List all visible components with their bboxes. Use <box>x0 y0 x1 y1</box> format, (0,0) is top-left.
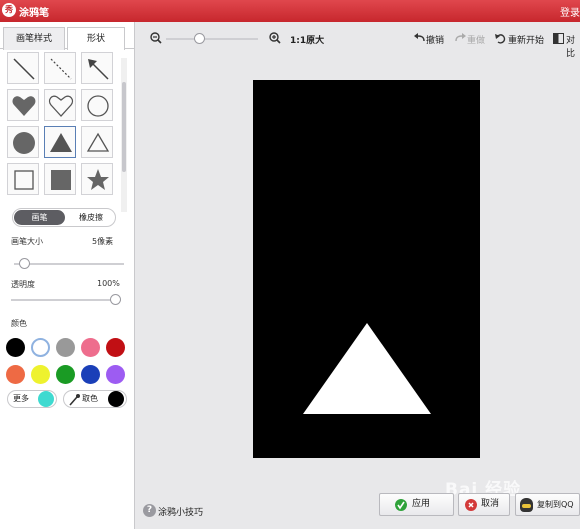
tab-brush-style[interactable]: 画笔样式 <box>3 27 65 50</box>
color-swatch[interactable] <box>81 338 100 357</box>
brush-size-slider-knob[interactable] <box>18 258 30 269</box>
triangle-filled-icon <box>50 133 72 152</box>
eraser-mode-button[interactable]: 橡皮擦 <box>67 210 115 225</box>
color-swatch[interactable] <box>6 365 25 384</box>
brush-size-slider[interactable] <box>14 263 124 265</box>
circle-outline-icon <box>87 95 109 117</box>
dashed-line-icon <box>50 58 72 80</box>
canvas-drawing <box>303 323 431 414</box>
color-swatch[interactable] <box>106 338 125 357</box>
color-picker-button[interactable]: 取色 <box>63 390 127 408</box>
zoom-out-icon[interactable] <box>150 32 162 47</box>
tab-bar: 画笔样式 形状 <box>0 27 135 50</box>
zoom-slider-knob[interactable] <box>194 33 206 44</box>
title-bar: 秀 涂鸦笔 登录 <box>0 0 580 22</box>
square-outline-icon <box>14 170 34 190</box>
circle-filled-icon <box>13 132 35 154</box>
qq-icon <box>520 498 533 512</box>
check-icon <box>395 499 407 511</box>
picked-color-swatch <box>108 391 124 407</box>
more-colors-swatch <box>38 391 54 407</box>
triangle-outline-icon <box>86 132 110 152</box>
cancel-label: 取消 <box>481 499 500 509</box>
compare-button[interactable]: 对比 <box>566 33 580 59</box>
brush-mode-button[interactable]: 画笔 <box>14 210 65 225</box>
color-label: 颜色 <box>11 319 27 328</box>
heart-filled-icon <box>12 96 36 116</box>
more-colors-button[interactable]: 更多 <box>7 390 57 408</box>
scrollbar-thumb[interactable] <box>122 82 126 172</box>
zoom-slider[interactable] <box>166 38 258 40</box>
undo-icon[interactable] <box>414 33 425 46</box>
color-swatch[interactable] <box>6 338 25 357</box>
shape-heart-filled[interactable] <box>7 89 39 121</box>
tab-shapes[interactable]: 形状 <box>67 27 125 50</box>
opacity-slider[interactable] <box>11 299 121 301</box>
brush-size-value: 5像素 <box>92 237 114 246</box>
shape-square-filled[interactable] <box>44 163 76 195</box>
color-swatch[interactable] <box>31 365 50 384</box>
window-title: 涂鸦笔 <box>19 8 49 19</box>
shape-heart-outline[interactable] <box>44 89 76 121</box>
undo-button[interactable]: 撤销 <box>426 33 444 46</box>
shape-triangle-outline[interactable] <box>81 126 113 158</box>
shape-square-outline[interactable] <box>7 163 39 195</box>
color-swatch[interactable] <box>106 365 125 384</box>
color-swatch[interactable] <box>31 338 50 357</box>
star-filled-icon <box>87 169 109 190</box>
app-logo-icon: 秀 <box>2 3 16 17</box>
login-link[interactable]: 登录 <box>560 4 580 19</box>
opacity-value: 100% <box>97 279 120 288</box>
restart-icon[interactable] <box>495 33 506 47</box>
apply-label: 应用 <box>412 499 431 509</box>
color-picker-label: 取色 <box>82 394 98 403</box>
shape-grid <box>7 52 119 210</box>
shape-triangle-filled[interactable] <box>44 126 76 158</box>
color-swatch[interactable] <box>56 338 75 357</box>
heart-outline-icon <box>48 95 74 117</box>
help-icon[interactable]: ? <box>143 504 156 517</box>
copy-to-qq-label: 复制到QQ <box>537 500 574 509</box>
shape-grid-scrollbar[interactable] <box>121 58 127 212</box>
shape-circle-outline[interactable] <box>81 89 113 121</box>
shape-circle-filled[interactable] <box>7 126 39 158</box>
compare-icon[interactable] <box>553 33 564 47</box>
apply-button[interactable]: 应用 <box>379 493 454 516</box>
tips-link[interactable]: 涂鸦小技巧 <box>158 505 203 518</box>
opacity-label: 透明度 <box>11 280 35 289</box>
redo-icon[interactable] <box>455 33 466 46</box>
drawing-canvas[interactable] <box>253 80 480 458</box>
more-colors-label: 更多 <box>13 394 29 403</box>
arrow-icon <box>88 59 109 80</box>
shape-arrow[interactable] <box>81 52 113 84</box>
redo-button[interactable]: 重做 <box>467 33 485 46</box>
restart-button[interactable]: 重新开始 <box>508 33 544 46</box>
bottom-bar: ? 涂鸦小技巧 应用 取消 复制到QQ <box>136 490 580 529</box>
left-panel: 画笔样式 形状 画笔 橡皮擦 画笔大小 5像素 透明度 100% 颜色 更多 取… <box>0 22 135 529</box>
original-size-button[interactable]: 1:1原大 <box>290 33 324 46</box>
drawn-triangle <box>303 323 431 414</box>
zoom-in-icon[interactable] <box>269 32 281 47</box>
mode-toggle: 画笔 橡皮擦 <box>12 208 116 227</box>
opacity-slider-knob[interactable] <box>110 294 121 305</box>
shape-line[interactable] <box>7 52 39 84</box>
brush-size-label: 画笔大小 <box>11 237 43 246</box>
top-toolbar: 1:1原大 撤销 重做 重新开始 对比 <box>136 22 580 59</box>
color-swatch[interactable] <box>81 365 100 384</box>
color-swatch[interactable] <box>56 365 75 384</box>
line-icon <box>13 58 35 80</box>
shape-dashed-line[interactable] <box>44 52 76 84</box>
cancel-icon <box>465 499 477 511</box>
square-filled-icon <box>51 170 71 190</box>
cancel-button[interactable]: 取消 <box>458 493 510 516</box>
copy-to-qq-button[interactable]: 复制到QQ <box>515 493 580 516</box>
shape-star-filled[interactable] <box>81 163 113 195</box>
